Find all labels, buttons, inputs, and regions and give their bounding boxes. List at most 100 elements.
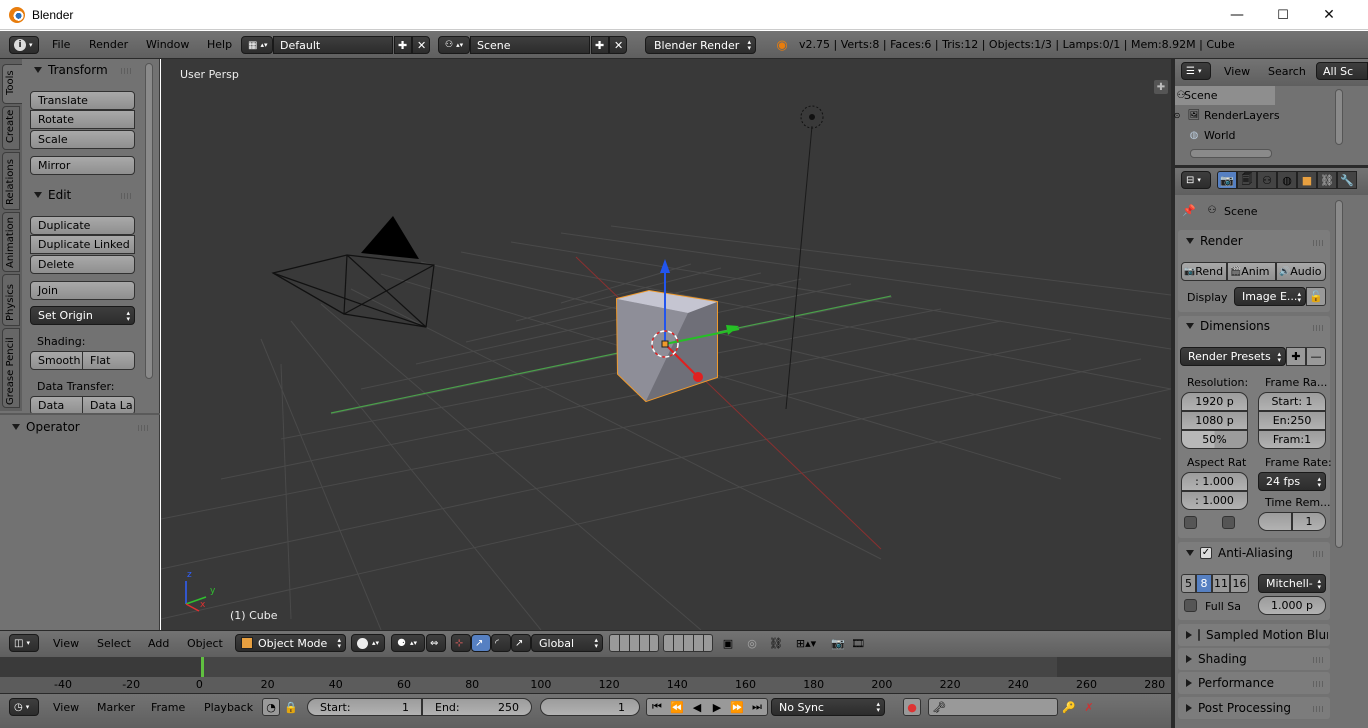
timeline-menu-frame[interactable]: Frame — [151, 701, 185, 714]
menu-help[interactable]: Help — [207, 38, 232, 51]
delete-keyframe-icon[interactable]: ✗ — [1080, 698, 1098, 716]
resolution-percentage-field[interactable]: 50% — [1181, 430, 1248, 449]
start-frame-field[interactable]: Start: 1 — [307, 698, 422, 716]
toggle-properties-plus-icon[interactable]: ✚ — [1154, 80, 1168, 94]
jump-keyframe-forward-icon[interactable]: ⏩ — [727, 699, 747, 715]
world-tab-icon[interactable]: ◍ — [1277, 171, 1297, 189]
current-frame-field[interactable]: 1 — [540, 698, 640, 716]
editor-type-info-button[interactable]: i ▾ — [9, 36, 39, 54]
menu-add[interactable]: Add — [148, 637, 169, 650]
jump-start-icon[interactable]: ⏮ — [647, 699, 667, 715]
render-layers-tab-icon[interactable]: 🗐 — [1237, 171, 1257, 189]
crop-checkbox[interactable] — [1222, 516, 1235, 529]
render-presets-select[interactable]: Render Presets — [1180, 347, 1286, 366]
mirror-button[interactable]: Mirror — [30, 156, 135, 175]
translate-button[interactable]: Translate — [30, 91, 135, 110]
anti-aliasing-panel-header[interactable]: ✓ Anti-Aliasing — [1186, 546, 1293, 560]
resolution-y-field[interactable]: 1080 p — [1181, 411, 1248, 430]
auto-keying-record-icon[interactable]: ● — [903, 698, 921, 716]
render-tab-icon[interactable]: 📷 — [1217, 171, 1237, 189]
scene-selector[interactable]: ⚇ ▴▾ — [438, 36, 470, 54]
resolution-x-field[interactable]: 1920 p — [1181, 392, 1248, 411]
snap-magnet-icon[interactable]: ⛓ — [767, 634, 785, 652]
transform-panel-header[interactable]: Transform — [34, 63, 108, 77]
timeline-menu-marker[interactable]: Marker — [97, 701, 135, 714]
anti-aliasing-checkbox[interactable]: ✓ — [1200, 547, 1212, 559]
dimensions-panel-header[interactable]: Dimensions — [1186, 319, 1270, 333]
layer-buttons-b[interactable] — [663, 634, 713, 652]
remove-scene-button[interactable]: ✕ — [609, 36, 627, 54]
render-animation-icon[interactable]: 🎞 — [849, 634, 867, 652]
full-sample-checkbox[interactable] — [1184, 599, 1197, 612]
set-origin-menu[interactable]: Set Origin — [30, 306, 135, 325]
panel-grip-icon[interactable] — [121, 68, 133, 74]
outliner-display-filter[interactable]: All Sc — [1316, 62, 1368, 80]
outliner-item-world[interactable]: World — [1204, 129, 1236, 142]
insert-keyframe-icon[interactable]: 🔑 — [1060, 698, 1078, 716]
time-remap-old-field[interactable] — [1258, 512, 1292, 531]
frame-rate-select[interactable]: 24 fps — [1258, 472, 1326, 491]
constraints-tab-icon[interactable]: ⛓ — [1317, 171, 1337, 189]
filter-size-field[interactable]: 1.000 p — [1258, 596, 1326, 615]
sampled-motion-blur-panel-header[interactable]: Sampled Motion Blur — [1186, 628, 1328, 642]
frame-end-field[interactable]: En:250 — [1258, 411, 1326, 430]
end-frame-field[interactable]: End: 250 — [422, 698, 532, 716]
interaction-mode-select[interactable]: Object Mode — [235, 634, 346, 652]
camera-object[interactable] — [271, 254, 435, 328]
pivot-point-select[interactable]: ⚈ ▴▾ — [391, 634, 425, 652]
render-animation-button[interactable]: 🎬 Anim — [1227, 262, 1276, 281]
layer-lock-icon[interactable]: ▣ — [719, 634, 737, 652]
menu-render[interactable]: Render — [89, 38, 128, 51]
panel-grip-icon[interactable] — [1313, 706, 1325, 712]
timeline-menu-view[interactable]: View — [53, 701, 79, 714]
lock-icon[interactable]: 🔒 — [283, 698, 299, 716]
proportional-edit-icon[interactable]: ◎ — [743, 634, 761, 652]
aa-samples-16[interactable]: 16 — [1230, 574, 1249, 593]
panel-grip-icon[interactable] — [1313, 240, 1325, 246]
properties-scrollbar[interactable] — [1335, 200, 1343, 548]
aa-filter-select[interactable]: Mitchell- — [1258, 574, 1326, 593]
lock-interface-icon[interactable]: 🔓 — [1306, 287, 1326, 306]
border-checkbox[interactable] — [1184, 516, 1197, 529]
sync-mode-select[interactable]: No Sync — [771, 698, 885, 716]
snap-element-icon[interactable]: ⊞▴▾ — [791, 634, 821, 652]
viewport-shading-select[interactable]: ▴▾ — [351, 634, 385, 652]
render-opengl-icon[interactable]: 📷 — [829, 634, 847, 652]
remove-preset-icon[interactable]: — — [1306, 347, 1326, 366]
edit-panel-header[interactable]: Edit — [34, 188, 71, 202]
scene-tab-icon[interactable]: ⚇ — [1257, 171, 1277, 189]
panel-grip-icon[interactable] — [1313, 325, 1325, 331]
add-layout-button[interactable]: ✚ — [394, 36, 412, 54]
render-audio-button[interactable]: 🔊 Audio — [1276, 262, 1326, 281]
aa-samples-8[interactable]: 8 — [1196, 574, 1212, 593]
jump-end-icon[interactable]: ⏭ — [747, 699, 767, 715]
rotate-button[interactable]: Rotate — [30, 110, 135, 129]
scale-manipulator-button[interactable]: ◜ — [491, 634, 511, 652]
shade-flat-button[interactable]: Flat — [82, 351, 135, 370]
frame-step-field[interactable]: Fram:1 — [1258, 430, 1326, 449]
play-reverse-icon[interactable]: ◀ — [687, 699, 707, 715]
play-icon[interactable]: ▶ — [707, 699, 727, 715]
scene-field[interactable]: Scene — [470, 36, 590, 54]
aspect-x-field[interactable]: : 1.000 — [1181, 472, 1248, 491]
menu-window[interactable]: Window — [146, 38, 189, 51]
minimize-button[interactable]: — — [1214, 0, 1260, 30]
panel-grip-icon[interactable] — [1313, 681, 1325, 687]
translate-manipulator-button[interactable]: ⊹ — [451, 634, 471, 652]
duplicate-button[interactable]: Duplicate — [30, 216, 135, 235]
aspect-y-field[interactable]: : 1.000 — [1181, 491, 1248, 510]
tool-shelf-scrollbar[interactable] — [145, 63, 153, 379]
duplicate-linked-button[interactable]: Duplicate Linked — [30, 235, 135, 254]
close-button[interactable]: ✕ — [1306, 0, 1352, 30]
extra-manipulator-button[interactable]: ↗ — [511, 634, 531, 652]
outliner-menu-search[interactable]: Search — [1268, 65, 1306, 78]
menu-view[interactable]: View — [53, 637, 79, 650]
manipulator-toggle[interactable]: ⇔ — [426, 634, 446, 652]
modifiers-tab-icon[interactable]: 🔧 — [1337, 171, 1357, 189]
post-processing-panel-header[interactable]: Post Processing — [1186, 701, 1291, 715]
menu-select[interactable]: Select — [97, 637, 131, 650]
shade-smooth-button[interactable]: Smooth — [30, 351, 83, 370]
jump-keyframe-back-icon[interactable]: ⏪ — [667, 699, 687, 715]
layer-buttons-a[interactable] — [609, 634, 659, 652]
object-tab-icon[interactable]: ■ — [1297, 171, 1317, 189]
